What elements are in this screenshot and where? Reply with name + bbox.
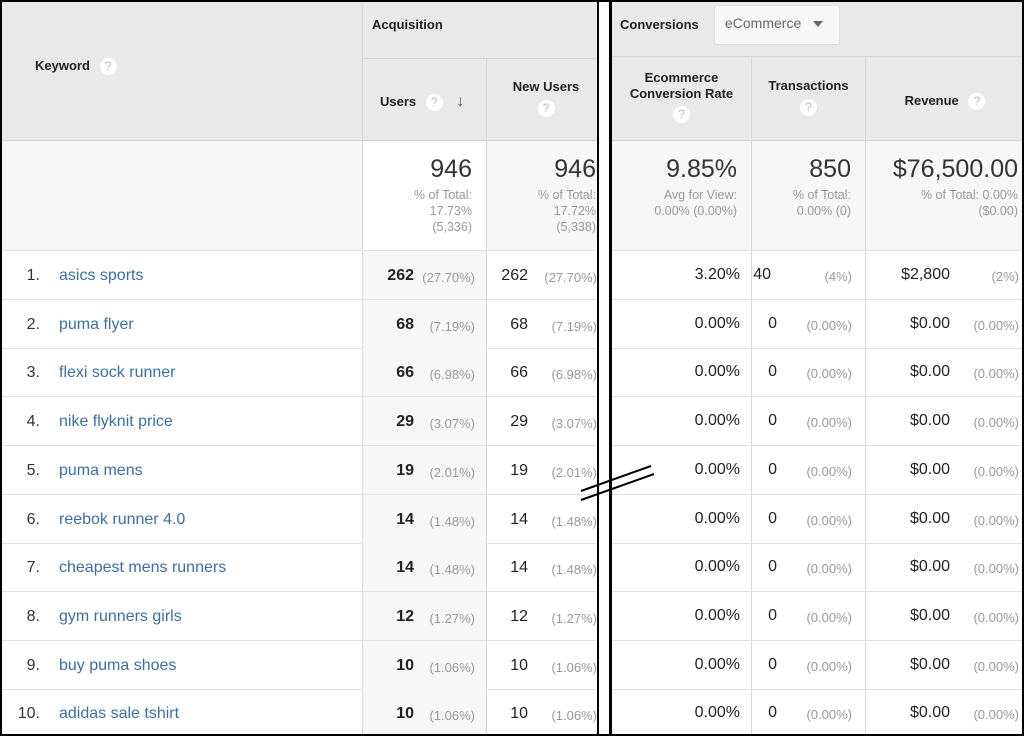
ecommerce-rate-cell: 0.00%: [694, 315, 740, 332]
table-row: 0.00% 0 (0.00%) $0.00 (0.00%): [612, 348, 1022, 397]
row-number: 5.: [26, 462, 40, 479]
table-row: 6. reebok runner 4.0 14 (1.48%) 14 (1.48…: [2, 495, 609, 544]
caret-down-icon: [813, 21, 824, 28]
ecommerce-rate-cell: 3.20%: [694, 266, 740, 283]
table-row: 5. puma mens 19 (2.01%) 19 (2.01%): [2, 446, 609, 495]
table-row: 3. flexi sock runner 66 (6.98%) 66 (6.98…: [2, 348, 609, 397]
table-row: 0.00% 0 (0.00%) $0.00 (0.00%): [612, 495, 1022, 544]
table-row: 0.00% 0 (0.00%) $0.00 (0.00%): [612, 300, 1022, 349]
table-row: 2. puma flyer 68 (7.19%) 68 (7.19%): [2, 300, 609, 349]
help-icon[interactable]: ?: [800, 99, 817, 116]
keyword-link[interactable]: gym runners girls: [59, 608, 182, 626]
ecommerce-rate-cell: 0.00%: [694, 510, 740, 527]
ecommerce-rate-cell: 0.00%: [694, 607, 740, 624]
keyword-header[interactable]: Keyword ?: [35, 58, 117, 76]
table-row: 9. buy puma shoes 10 (1.06%) 10 (1.06%): [2, 641, 609, 690]
ecommerce-rate-cell: 0.00%: [694, 704, 740, 721]
keyword-link[interactable]: adidas sale tshirt: [59, 705, 179, 723]
row-number: 10.: [17, 705, 40, 722]
help-icon[interactable]: ?: [425, 94, 443, 112]
users-total-cell: 946 % of Total: 17.73% (5,336): [363, 141, 486, 250]
row-number: 6.: [26, 511, 40, 528]
help-icon[interactable]: ?: [537, 100, 555, 117]
conversions-panel: Conversions eCommerce Ecommerce Conversi…: [610, 0, 1024, 736]
keyword-link[interactable]: puma mens: [59, 462, 143, 480]
acquisition-panel: Keyword ? Acquisition Users ? ↓ New User…: [0, 0, 611, 736]
row-number: 2.: [26, 316, 40, 333]
table-row: 0.00% 0 (0.00%) $0.00 (0.00%): [694, 704, 1019, 722]
ecommerce-rate-total-cell: 9.85% Avg for View: 0.00% (0.00%): [654, 155, 737, 218]
table-row: 0.00% 0 (0.00%) $0.00 (0.00%): [612, 641, 1022, 690]
ecommerce-rate-cell: 0.00%: [694, 558, 740, 575]
totals-row-label-cell: [2, 141, 362, 250]
keyword-link[interactable]: nike flyknit price: [59, 413, 173, 431]
table-row: 10. adidas sale tshirt 10 (1.06%) 10 (1.…: [2, 689, 609, 734]
row-number: 7.: [26, 559, 40, 576]
help-icon[interactable]: ?: [673, 106, 690, 123]
help-icon[interactable]: ?: [968, 93, 986, 111]
table-row: 4. nike flyknit price 29 (3.07%) 29 (3.0…: [2, 397, 609, 446]
acquisition-group-header: Acquisition: [372, 17, 443, 32]
revenue-total-cell: $76,500.00 % of Total: 0.00% ($0.00): [892, 155, 1018, 218]
keyword-link[interactable]: buy puma shoes: [59, 657, 176, 675]
table-row: 3.20% 40 (4%) $2,800 (2%): [612, 251, 1022, 300]
new-users-header[interactable]: New Users ?: [488, 79, 604, 117]
keyword-link[interactable]: puma flyer: [59, 316, 134, 334]
keyword-link[interactable]: reebok runner 4.0: [59, 511, 185, 529]
table-row: 0.00% 0 (0.00%) $0.00 (0.00%): [612, 446, 1022, 495]
conversions-type-dropdown[interactable]: eCommerce: [714, 5, 840, 45]
row-number: 3.: [26, 364, 40, 381]
revenue-header[interactable]: Revenue ?: [866, 93, 1022, 111]
table-row: 1. asics sports 262 (27.70%) 262 (27.70%…: [2, 251, 609, 300]
ecommerce-conversion-rate-header[interactable]: Ecommerce Conversion Rate ?: [612, 70, 751, 123]
ecommerce-rate-cell: 0.00%: [694, 363, 740, 380]
ecommerce-rate-cell: 0.00%: [694, 656, 740, 673]
ecommerce-rate-cell: 0.00%: [694, 412, 740, 429]
conversions-group-header: Conversions: [620, 17, 699, 32]
row-number: 8.: [26, 608, 40, 625]
ecommerce-rate-cell: 0.00%: [694, 461, 740, 478]
keyword-link[interactable]: flexi sock runner: [59, 364, 176, 382]
table-row: 0.00% 0 (0.00%) $0.00 (0.00%): [612, 543, 1022, 592]
keyword-link[interactable]: cheapest mens runners: [59, 559, 226, 577]
users-header[interactable]: Users ? ↓: [380, 93, 464, 112]
row-number: 4.: [26, 413, 40, 430]
new-users-total-cell: 946 % of Total: 17.72% (5,338): [487, 141, 602, 250]
arrow-down-icon[interactable]: ↓: [456, 93, 464, 110]
help-icon[interactable]: ?: [99, 58, 117, 76]
row-number: 1.: [26, 267, 40, 284]
row-number: 9.: [26, 657, 40, 674]
table-row: 0.00% 0 (0.00%) $0.00 (0.00%): [612, 397, 1022, 446]
table-row: 8. gym runners girls 12 (1.27%) 12 (1.27…: [2, 592, 609, 641]
transactions-total-cell: 850 % of Total: 0.00% (0): [792, 155, 851, 218]
table-row: 7. cheapest mens runners 14 (1.48%) 14 (…: [2, 543, 609, 592]
table-row: 0.00% 0 (0.00%) $0.00 (0.00%): [612, 592, 1022, 641]
keyword-link[interactable]: asics sports: [59, 267, 143, 285]
transactions-header[interactable]: Transactions ?: [752, 78, 865, 116]
